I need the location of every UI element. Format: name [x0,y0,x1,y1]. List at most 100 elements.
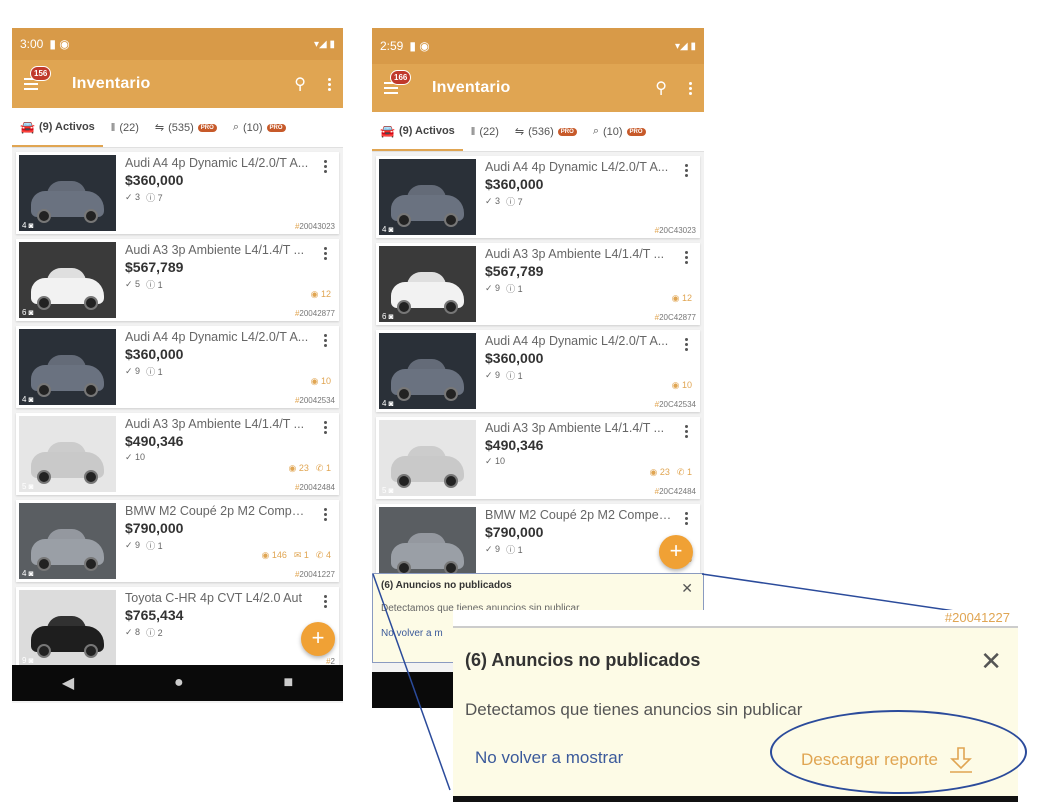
inventory-item[interactable]: 4 ◙ Audi A4 4p Dynamic L4/2.0/T A... $360,… [376,330,700,412]
car-icon: 🚘 [20,119,35,134]
views-stat: ◉ 146 [261,550,287,560]
item-price: $765,434 [125,607,184,623]
item-price: $790,000 [485,524,544,540]
inventory-item[interactable]: 4 ◙ Audi A4 4p Dynamic L4/2.0/T A... $360,… [16,152,339,234]
tab-sold[interactable]: ⇋ (536) PRO [507,112,585,151]
item-title: Toyota C-HR 4p CVT L4/2.0 Aut [125,591,302,605]
messages-stat: ✉ 1 [293,550,309,560]
item-price: $490,346 [125,433,184,449]
item-stats: ◉ 23✉ ✆ 1 [650,467,692,478]
dismiss-forever-button[interactable]: No volver a mostrar [475,748,623,768]
item-title: BMW M2 Coupé 2p M2 Compet... [485,508,673,522]
page-title: Inventario [72,75,151,92]
recents-icon[interactable]: ■ [283,674,293,692]
pro-badge: PRO [557,127,577,136]
car-photo: 4 ◙ [379,333,476,409]
close-icon[interactable]: ✕ [980,646,1002,677]
tab-paused[interactable]: ‖ (22) [103,108,147,147]
eye-icon: ◉ [671,293,680,303]
tab-sold[interactable]: ⇋ (535) PRO [147,108,225,147]
inventory-item[interactable]: 9 ◙ Toyota C-HR 4p CVT L4/2.0 Aut $765,434… [16,587,339,669]
status-icon: ⓘ 1 [506,284,523,294]
item-menu-icon[interactable] [324,421,327,434]
tab-label: (22) [479,125,499,138]
item-menu-icon[interactable] [324,508,327,521]
item-menu-icon[interactable] [685,338,688,351]
overflow-menu-icon[interactable] [689,81,692,95]
home-icon[interactable]: ● [174,674,184,692]
inventory-item[interactable]: 6 ◙ Audi A3 3p Ambiente L4/1.4/T ... $567,… [16,239,339,321]
tab-search[interactable]: ⌕ (10) PRO [585,112,654,151]
item-menu-icon[interactable] [324,160,327,173]
tab-label: (22) [119,121,139,134]
zoom-header-strip: #20041227 [453,610,1018,628]
pro-badge: PRO [626,127,646,136]
handshake-icon: ⇋ [154,122,165,134]
tab-activos[interactable]: 🚘 (9) Activos [12,108,103,147]
car-photo: 4 ◙ [19,503,116,579]
inventory-item[interactable]: 5 ◙ Audi A3 3p Ambiente L4/1.4/T ... $490,… [376,417,700,499]
app-bar: 166 Inventario ⚲ [372,64,704,112]
inventory-item[interactable]: 4 ◙ Audi A4 4p Dynamic L4/2.0/T A... $360,… [376,156,700,238]
tab-activos[interactable]: 🚘 (9) Activos [372,112,463,151]
inventory-item[interactable]: 6 ◙ Audi A3 3p Ambiente L4/1.4/T ... $567,… [376,243,700,325]
add-button[interactable]: + [301,622,335,656]
item-stats: ◉ 10✉ ✆ [311,376,331,387]
tab-paused[interactable]: ‖ (22) [463,112,507,151]
status-icon: ⓘ 1 [146,367,163,377]
status-icon: ⓘ 7 [506,197,523,207]
check-icon: ✓ 9 [485,544,501,554]
search-icon[interactable]: ⚲ [294,74,306,94]
car-photo: 6 ◙ [379,246,476,322]
views-stat: ◉ 23 [649,467,670,477]
overflow-menu-icon[interactable] [328,77,331,91]
status-icon: ⓘ 2 [146,628,163,638]
signal-battery-icons: ▾◢ ▮ [314,38,335,50]
phone-left: 3:00 ▮ ◉ ▾◢ ▮ 156 Inventario ⚲ 🚘 (9) Activ… [12,28,343,703]
zoom-behind-code: #20041227 [944,610,1010,625]
pro-badge: PRO [266,123,286,132]
item-menu-icon[interactable] [685,251,688,264]
car-photo: 4 ◙ [379,507,476,583]
car-photo: 5 ◙ [379,420,476,496]
check-icon: ✓ 3 [125,192,141,202]
item-menu-icon[interactable] [685,425,688,438]
check-icon: ✓ 10 [485,456,506,466]
inventory-item[interactable]: 4 ◙ BMW M2 Coupé 2p M2 Compet... $790,000 ✓… [16,500,339,582]
item-meta: ✓ 5 ⓘ 1 [125,278,333,291]
pause-icon: ‖ [110,121,116,134]
item-stats: ◉ 12✉ ✆ [672,293,692,304]
item-menu-icon[interactable] [685,512,688,525]
back-icon[interactable]: ◀ [62,673,74,693]
car-photo: 4 ◙ [19,155,116,231]
item-stats: ◉ 23✉ ✆ 1 [289,463,331,474]
pause-icon: ‖ [470,125,476,138]
tab-label: (9) Activos [398,124,455,137]
tab-label: (9) Activos [38,120,95,133]
tab-search[interactable]: ⌕ (10) PRO [225,108,294,147]
check-icon: ✓ 8 [125,627,141,637]
pro-badge: PRO [197,123,217,132]
car-photo: 4 ◙ [379,159,476,235]
views-stat: ◉ 12 [310,289,331,299]
inventory-item[interactable]: 5 ◙ Audi A3 3p Ambiente L4/1.4/T ... $490,… [16,413,339,495]
close-icon[interactable]: ✕ [681,580,693,597]
item-menu-icon[interactable] [324,334,327,347]
item-menu-icon[interactable] [324,247,327,260]
item-title: Audi A4 4p Dynamic L4/2.0/T A... [485,160,669,174]
add-button[interactable]: + [659,535,693,569]
search-icon[interactable]: ⚲ [655,78,667,98]
item-menu-icon[interactable] [324,595,327,608]
item-code: #20042877 [294,309,335,318]
tab-label: (535) [168,121,194,134]
item-title: Audi A3 3p Ambiente L4/1.4/T ... [125,243,305,257]
photo-count: 4 ◙ [22,395,34,404]
car-icon: 🚘 [380,123,395,138]
item-menu-icon[interactable] [685,164,688,177]
item-price: $490,346 [485,437,544,453]
car-photo: 9 ◙ [19,590,116,666]
inventory-list: 4 ◙ Audi A4 4p Dynamic L4/2.0/T A... $360,… [12,148,343,676]
check-icon: ✓ 9 [485,370,501,380]
check-icon: ✓ 10 [125,452,146,462]
inventory-item[interactable]: 4 ◙ Audi A4 4p Dynamic L4/2.0/T A... $360,… [16,326,339,408]
